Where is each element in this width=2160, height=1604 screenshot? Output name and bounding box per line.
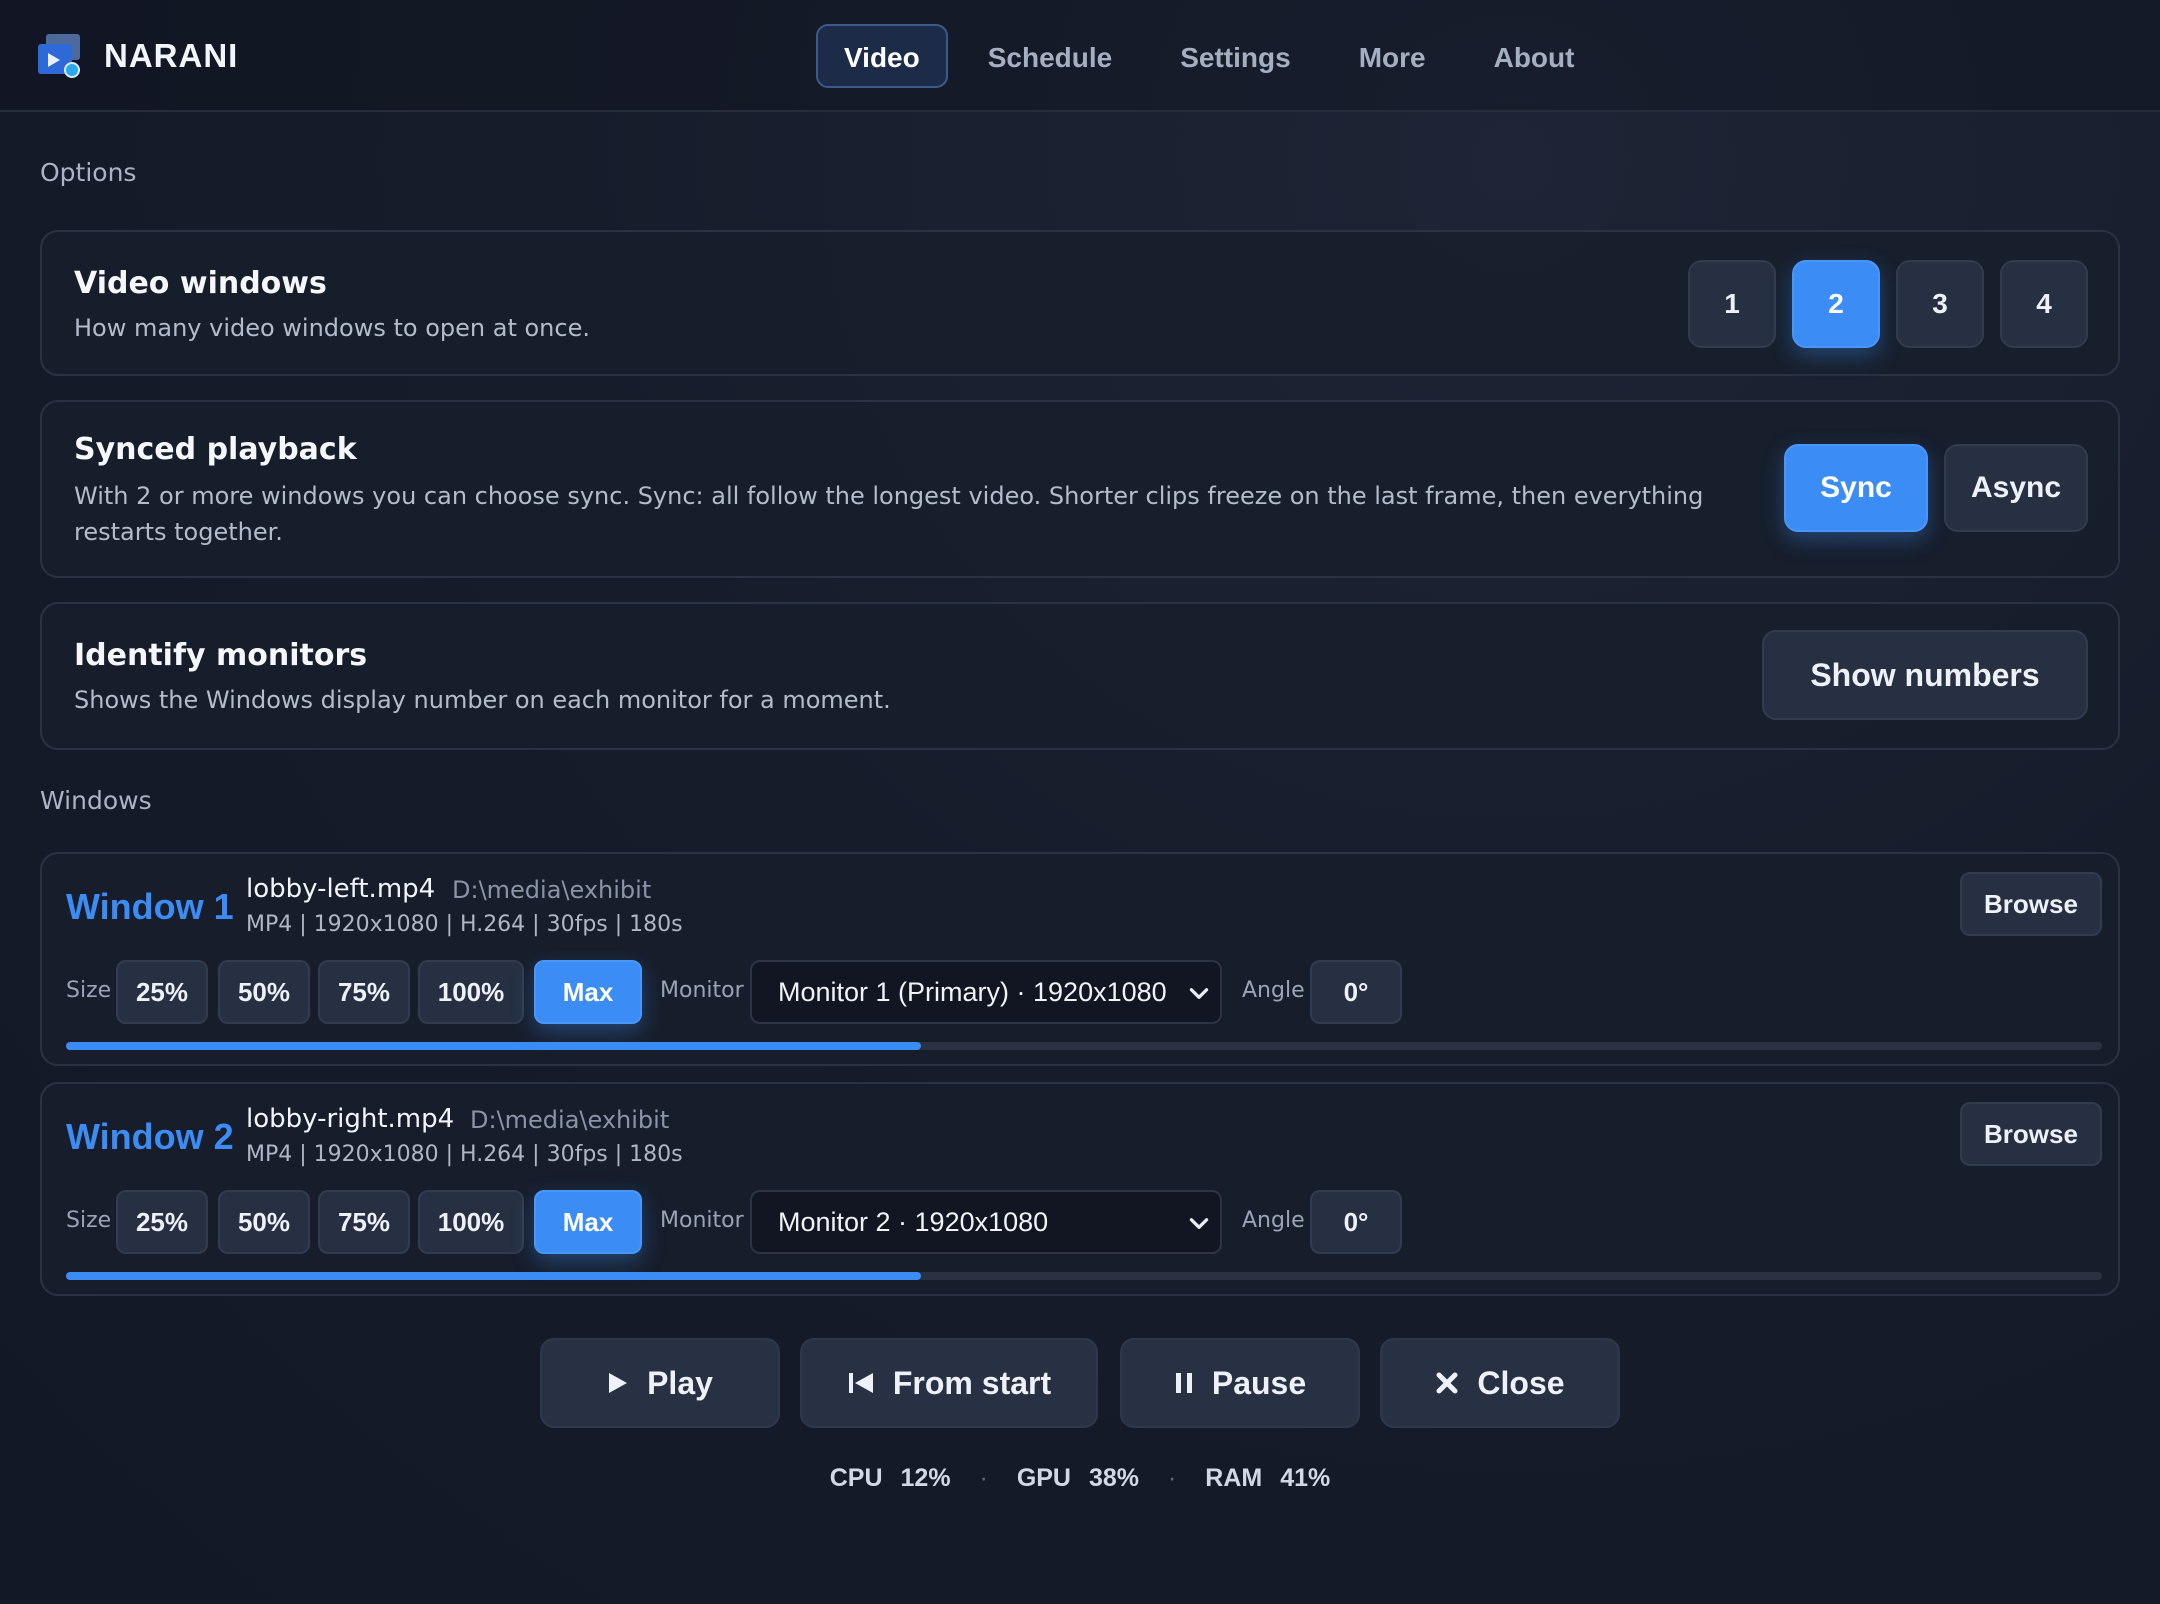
ram-label: RAM	[1205, 1464, 1263, 1492]
window-2-angle-button[interactable]: 0°	[1310, 1190, 1402, 1254]
video-windows-desc: How many video windows to open at once.	[74, 314, 590, 342]
tab-settings[interactable]: Settings	[1152, 24, 1318, 88]
window-2-browse-button[interactable]: Browse	[1960, 1102, 2102, 1166]
pause-icon	[1175, 1373, 1192, 1393]
tab-about[interactable]: About	[1466, 24, 1603, 88]
gpu-value: 38%	[1089, 1464, 1140, 1492]
window-2-monitor-value: Monitor 2 · 1920x1080	[778, 1206, 1049, 1237]
chevron-down-icon	[1189, 988, 1209, 999]
tab-more[interactable]: More	[1331, 24, 1454, 88]
video-windows-title: Video windows	[74, 266, 327, 301]
play-button[interactable]: Play	[540, 1338, 780, 1428]
window-1-file-path: D:\media\exhibit	[452, 876, 652, 904]
from-start-button[interactable]: From start	[800, 1338, 1098, 1428]
main-nav: Video Schedule Settings More About	[816, 24, 1614, 88]
window-2-card: Window 2 lobby-right.mp4 D:\media\exhibi…	[40, 1082, 2120, 1296]
window-2-monitor-label: Monitor	[660, 1208, 744, 1233]
window-2-angle-label: Angle	[1242, 1208, 1305, 1233]
gpu-label: GPU	[1016, 1464, 1071, 1492]
close-label: Close	[1477, 1364, 1565, 1401]
window-count-4-button[interactable]: 4	[2000, 260, 2088, 348]
top-bar: NARANI Video Schedule Settings More Abou…	[0, 0, 2160, 112]
async-button[interactable]: Async	[1944, 444, 2088, 532]
window-count-2-button[interactable]: 2	[1792, 260, 1880, 348]
synced-playback-desc: With 2 or more windows you can choose sy…	[74, 482, 1704, 546]
window-1-monitor-select[interactable]: Monitor 1 (Primary) · 1920x1080	[750, 960, 1222, 1024]
chevron-down-icon	[1189, 1218, 1209, 1229]
window-2-progress-fill	[66, 1272, 922, 1280]
pause-label: Pause	[1211, 1364, 1307, 1401]
window-1-monitor-value: Monitor 1 (Primary) · 1920x1080	[778, 976, 1167, 1007]
ram-value: 41%	[1280, 1464, 1331, 1492]
play-label: Play	[647, 1364, 713, 1401]
window-1-size-75-button[interactable]: 75%	[318, 960, 410, 1024]
window-2-progress-bar[interactable]	[66, 1272, 2102, 1280]
window-2-file-meta: MP4 | 1920x1080 | H.264 | 30fps | 180s	[246, 1142, 683, 1167]
brand: NARANI	[38, 34, 238, 78]
play-icon	[609, 1373, 628, 1393]
window-1-angle-button[interactable]: 0°	[1310, 960, 1402, 1024]
window-2-size-label: Size	[66, 1208, 112, 1233]
window-1-monitor-label: Monitor	[660, 978, 744, 1003]
app-logo-icon	[38, 34, 82, 78]
from-start-label: From start	[892, 1364, 1052, 1401]
window-1-progress-bar[interactable]	[66, 1042, 2102, 1050]
show-numbers-button[interactable]: Show numbers	[1762, 630, 2088, 720]
identify-monitors-desc: Shows the Windows display number on each…	[74, 686, 891, 714]
window-2-size-50-button[interactable]: 50%	[218, 1190, 310, 1254]
window-1-size-100-button[interactable]: 100%	[418, 960, 524, 1024]
window-1-size-50-button[interactable]: 50%	[218, 960, 310, 1024]
window-2-size-100-button[interactable]: 100%	[418, 1190, 524, 1254]
window-2-size-25-button[interactable]: 25%	[116, 1190, 208, 1254]
window-1-file-name: lobby-left.mp4	[246, 874, 436, 904]
window-1-size-label: Size	[66, 978, 112, 1003]
video-windows-card: Video windows How many video windows to …	[40, 230, 2120, 376]
cpu-value: 12%	[900, 1464, 951, 1492]
window-1-size-25-button[interactable]: 25%	[116, 960, 208, 1024]
window-2-size-max-button[interactable]: Max	[534, 1190, 642, 1254]
window-1-browse-button[interactable]: Browse	[1960, 872, 2102, 936]
cpu-label: CPU	[829, 1464, 883, 1492]
window-count-3-button[interactable]: 3	[1896, 260, 1984, 348]
window-2-file-path: D:\media\exhibit	[470, 1106, 670, 1134]
window-2-file-name: lobby-right.mp4	[246, 1104, 455, 1134]
window-1-angle-label: Angle	[1242, 978, 1305, 1003]
window-1-progress-fill	[66, 1042, 922, 1050]
synced-playback-title: Synced playback	[74, 432, 357, 467]
pause-button[interactable]: Pause	[1120, 1338, 1360, 1428]
window-1-title: Window 1	[66, 886, 234, 927]
tab-schedule[interactable]: Schedule	[960, 24, 1140, 88]
close-button[interactable]: Close	[1380, 1338, 1620, 1428]
options-section-label: Options	[40, 158, 137, 187]
tab-video[interactable]: Video	[816, 24, 948, 88]
system-stats: CPU 12% · GPU 38% · RAM 41%	[0, 1464, 2160, 1493]
sync-button[interactable]: Sync	[1784, 444, 1928, 532]
window-1-size-max-button[interactable]: Max	[534, 960, 642, 1024]
stats-separator: ·	[979, 1464, 988, 1492]
windows-section-label: Windows	[40, 786, 152, 815]
window-count-1-button[interactable]: 1	[1688, 260, 1776, 348]
skip-to-start-icon	[848, 1373, 873, 1393]
window-2-title: Window 2	[66, 1116, 234, 1157]
app-name: NARANI	[104, 37, 239, 74]
window-2-size-75-button[interactable]: 75%	[318, 1190, 410, 1254]
stats-separator: ·	[1168, 1464, 1177, 1492]
window-2-monitor-select[interactable]: Monitor 2 · 1920x1080	[750, 1190, 1222, 1254]
identify-monitors-card: Identify monitors Shows the Windows disp…	[40, 602, 2120, 750]
window-1-file-meta: MP4 | 1920x1080 | H.264 | 30fps | 180s	[246, 912, 683, 937]
identify-monitors-title: Identify monitors	[74, 638, 368, 673]
close-icon	[1436, 1372, 1458, 1394]
synced-playback-card: Synced playback With 2 or more windows y…	[40, 400, 2120, 578]
window-1-card: Window 1 lobby-left.mp4 D:\media\exhibit…	[40, 852, 2120, 1066]
